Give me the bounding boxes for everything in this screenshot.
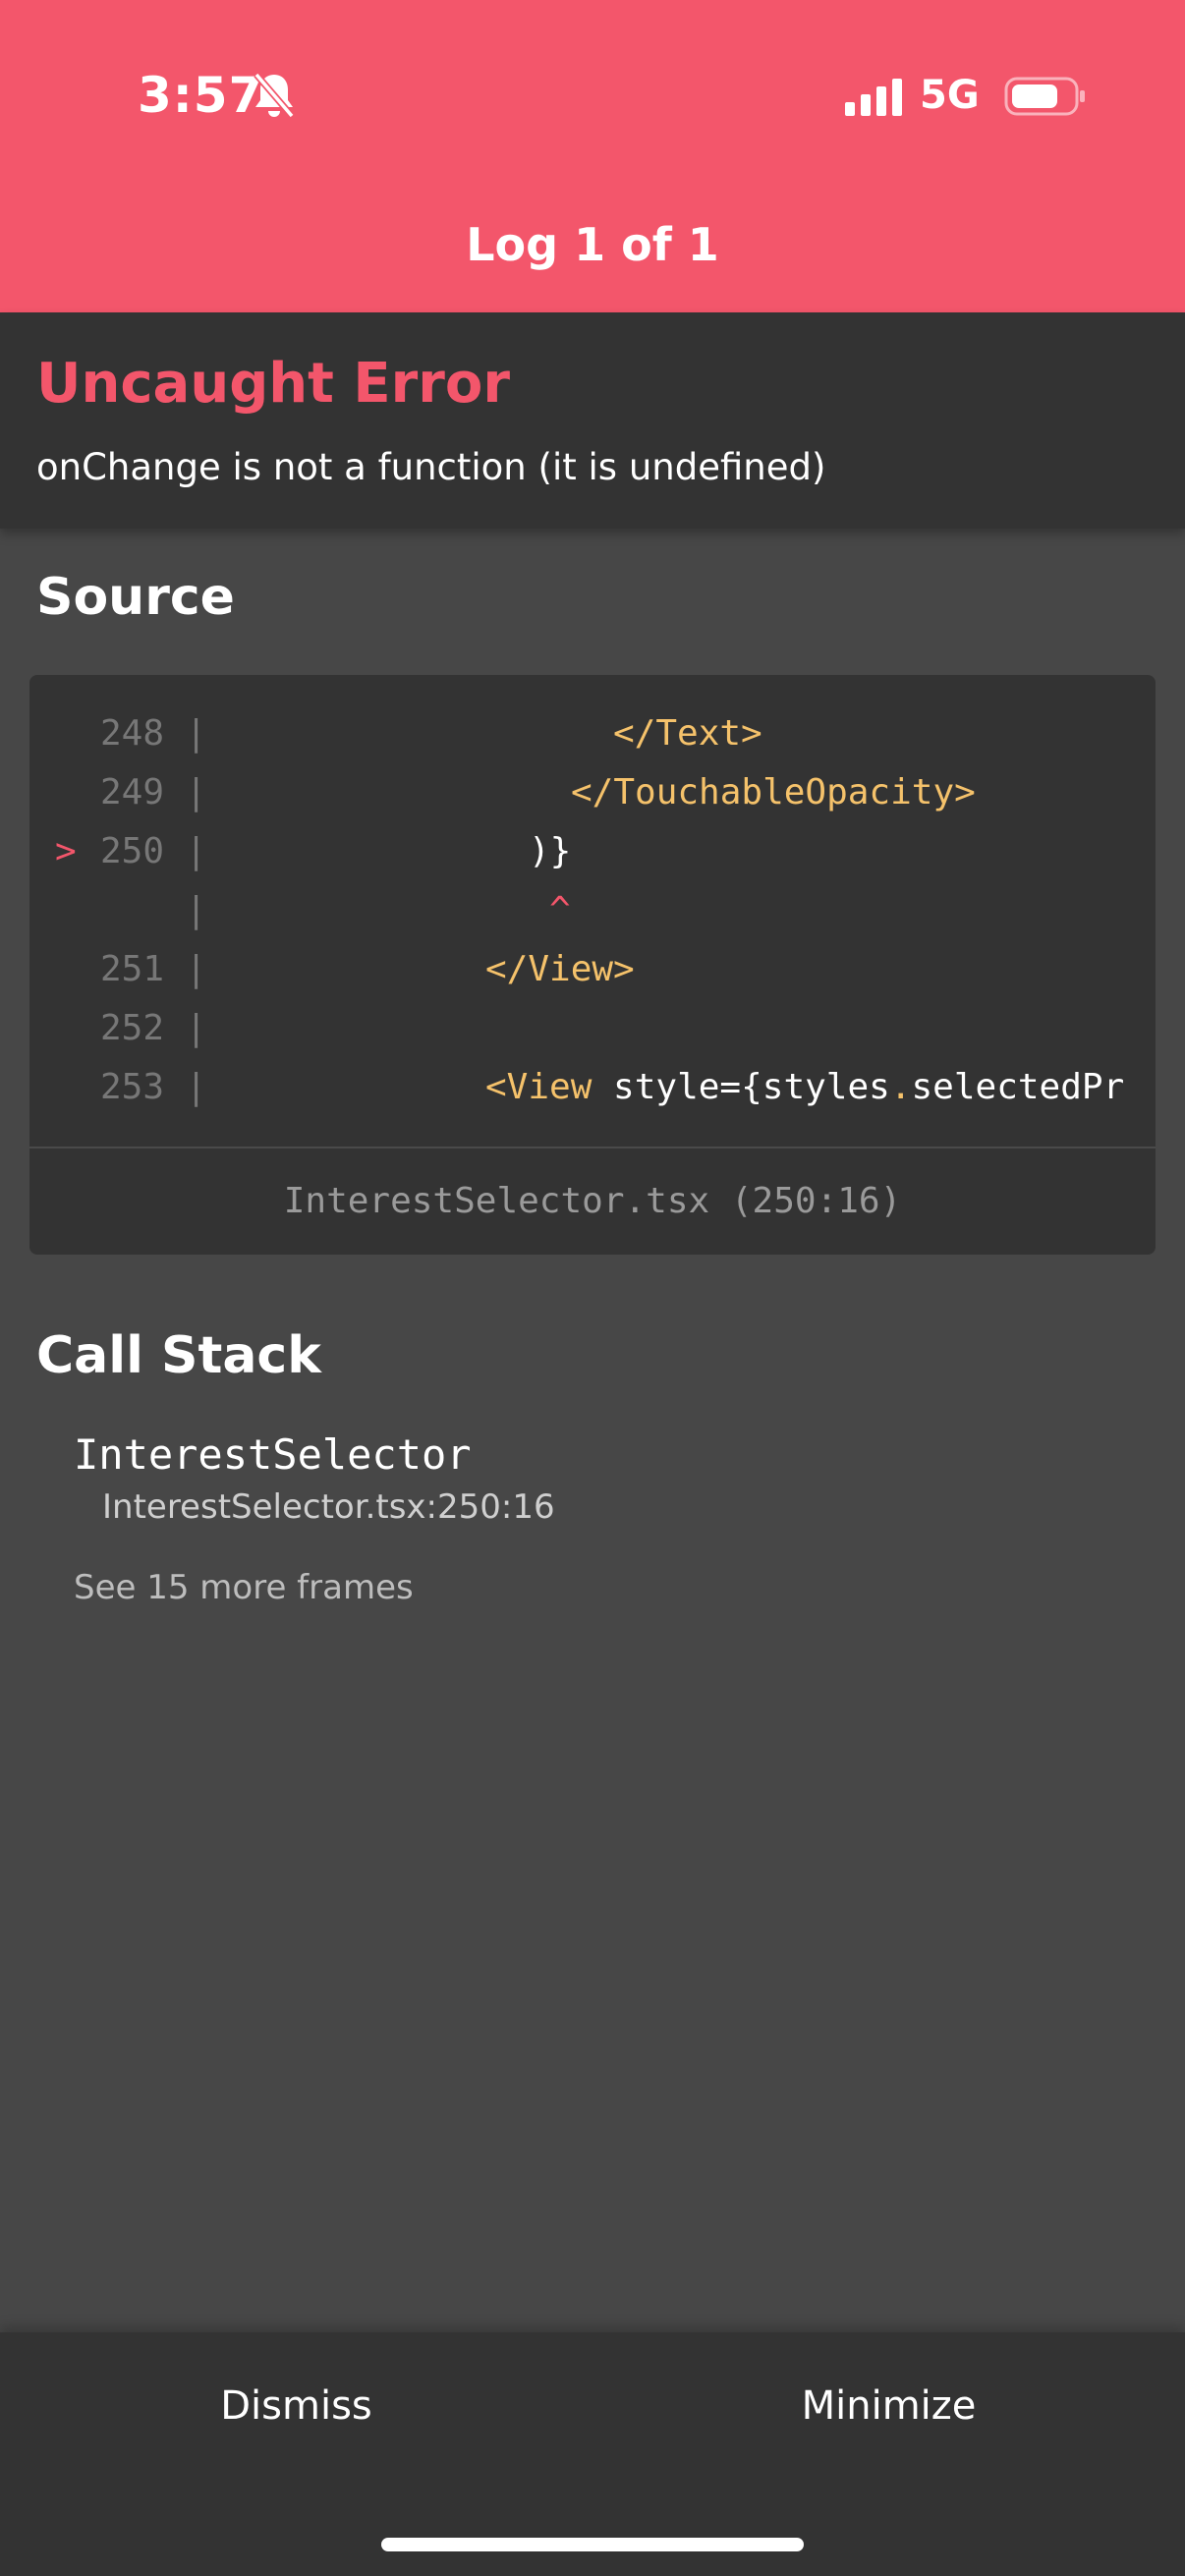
code-text: <View style={styles.selectedPr [485, 1058, 1124, 1117]
code-line: 248 | </Text> [29, 704, 1156, 763]
line-number: 253 | [100, 1067, 207, 1107]
call-stack-title: Call Stack [36, 1326, 321, 1385]
line-number: 249 | [100, 772, 207, 812]
code-line: 252 | [29, 999, 1156, 1058]
log-box-screen: 3:57 5G Log 1 of 1 Uncaught Error onChan… [0, 0, 1185, 2576]
battery-icon [1004, 77, 1085, 116]
code-line: 251 | </View> [29, 940, 1156, 999]
status-time: 3:57 [138, 67, 264, 124]
code-line: 249 | </TouchableOpacity> [29, 763, 1156, 822]
line-number: 250 | [100, 831, 207, 871]
stack-frame-location[interactable]: InterestSelector.tsx:250:16 [102, 1487, 555, 1527]
line-number: 248 | [100, 713, 207, 754]
error-line-marker: > [55, 831, 77, 871]
network-label: 5G [920, 73, 980, 118]
log-title: Log 1 of 1 [466, 218, 719, 271]
home-indicator[interactable] [381, 2538, 804, 2551]
minimize-button[interactable]: Minimize [592, 2332, 1185, 2480]
code-text: </Text> [613, 713, 762, 754]
code-token-attr: style={styles [592, 1067, 890, 1107]
line-number: | [100, 890, 207, 930]
code-line: | ^ [29, 881, 1156, 940]
code-token-dot: . [889, 1067, 912, 1107]
code-text: </TouchableOpacity> [571, 772, 976, 812]
code-line-error: > 250 | )} [29, 822, 1156, 881]
code-file-location[interactable]: InterestSelector.tsx (250:16) [29, 1148, 1156, 1255]
code-frame[interactable]: 248 | </Text> 249 | </TouchableOpacity> … [29, 675, 1156, 1255]
code-token-prop: selectedPr [911, 1067, 1125, 1107]
line-number: 251 | [100, 949, 207, 989]
see-more-frames-link[interactable]: See 15 more frames [74, 1568, 414, 1607]
code-text: </View> [485, 949, 635, 989]
error-banner: Uncaught Error onChange is not a functio… [0, 312, 1185, 529]
error-caret: ^ [549, 890, 571, 930]
code-line: 253 | <View style={styles.selectedPr [29, 1058, 1156, 1117]
stack-frame-name[interactable]: InterestSelector [74, 1430, 472, 1479]
signal-icon [845, 79, 902, 116]
line-number: 252 | [100, 1008, 207, 1048]
code-text: )} [529, 831, 572, 871]
code-body: 248 | </Text> 249 | </TouchableOpacity> … [29, 675, 1156, 1147]
header: 3:57 5G Log 1 of 1 [0, 0, 1185, 312]
dismiss-button[interactable]: Dismiss [0, 2332, 592, 2480]
bell-off-icon [254, 72, 295, 119]
error-type: Uncaught Error [36, 352, 510, 416]
error-message: onChange is not a function (it is undefi… [36, 446, 826, 488]
source-title: Source [36, 568, 235, 627]
code-token-tag: <View [485, 1067, 592, 1107]
